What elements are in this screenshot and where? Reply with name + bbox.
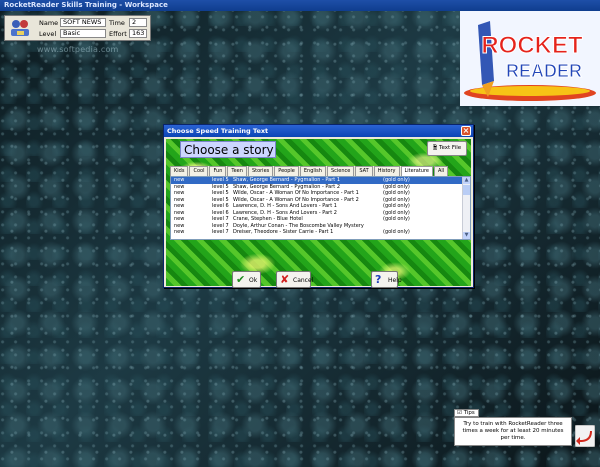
level-label: Level (39, 30, 57, 38)
help-button[interactable]: ? Help (371, 271, 402, 288)
app-title: RocketReader Skills Training - Workspace (0, 0, 600, 11)
logo-text-rocket: ROCKET (481, 32, 583, 59)
tab-fun[interactable]: Fun (209, 166, 227, 176)
text-file-button[interactable]: 🗎 Text File (427, 141, 467, 156)
list-scrollbar[interactable]: ▲ ▼ (462, 177, 470, 239)
tips-check-icon: ☑ (457, 410, 462, 416)
scroll-thumb[interactable] (463, 185, 470, 195)
next-tip-arrow-icon[interactable] (575, 425, 595, 447)
row-level: level 7 (212, 229, 229, 235)
list-item[interactable]: new level 7 Dreiser, Theodore - Sister C… (171, 229, 470, 236)
story-list: new level 5 Shaw, George Bernard - Pygma… (170, 176, 471, 240)
tips-tab-label: Tips (463, 410, 475, 416)
logo-text-reader: READER (506, 61, 582, 81)
logo-graphic: ROCKET READER (460, 11, 600, 106)
name-value: SOFT NEWS (60, 18, 106, 27)
effort-value: 163 (129, 29, 147, 38)
tab-stories[interactable]: Stories (247, 166, 274, 176)
user-avatar-icon (11, 20, 29, 36)
dialog-title: Choose Speed Training Text (164, 125, 473, 137)
ok-label: Ok (249, 277, 258, 284)
cancel-label: Cancel (293, 277, 314, 284)
level-value: Basic (60, 29, 106, 38)
time-value: 2 (129, 18, 147, 27)
rocketreader-logo: ROCKET READER (460, 11, 600, 106)
tab-kids[interactable]: Kids (170, 166, 189, 176)
tab-cool[interactable]: Cool (189, 166, 209, 176)
choose-text-dialog: Choose Speed Training Text × Choose a st… (163, 124, 474, 288)
dialog-body: Choose a story 🗎 Text File Kids Cool Fun… (166, 139, 471, 288)
tab-teen[interactable]: Teen (227, 166, 247, 176)
help-label: Help (388, 277, 402, 284)
help-icon: ? (375, 273, 382, 286)
checkmark-icon: ✔ (236, 273, 246, 286)
ok-button[interactable]: ✔ Ok (232, 271, 261, 288)
text-file-label: Text File (439, 145, 462, 151)
tab-people[interactable]: People (274, 166, 299, 176)
scroll-up-icon[interactable]: ▲ (463, 177, 470, 184)
tips-text: Try to train with RocketReader three tim… (454, 417, 572, 446)
tips-tab[interactable]: ☑ Tips (454, 409, 479, 417)
watermark: www.softpedia.com (37, 45, 119, 54)
time-label: Time (109, 19, 125, 27)
row-status: new (174, 229, 185, 235)
cross-icon: ✘ (280, 273, 290, 286)
scroll-down-icon[interactable]: ▼ (463, 232, 470, 239)
tab-sat[interactable]: SAT (355, 166, 373, 176)
close-icon[interactable]: × (461, 126, 471, 136)
row-title: Dreiser, Theodore - Sister Carrie - Part… (233, 229, 334, 235)
tab-history[interactable]: History (373, 166, 400, 176)
effort-label: Effort (109, 30, 127, 38)
choose-story-heading: Choose a story (180, 141, 276, 158)
tab-all[interactable]: All (433, 166, 449, 176)
cancel-button[interactable]: ✘ Cancel (276, 271, 314, 288)
tab-english[interactable]: English (299, 166, 326, 176)
tab-science[interactable]: Science (326, 166, 355, 176)
name-label: Name (39, 19, 59, 27)
row-note: (gold only) (383, 229, 410, 235)
user-info-panel: Name SOFT NEWS Level Basic Time 2 Effort… (4, 15, 151, 41)
